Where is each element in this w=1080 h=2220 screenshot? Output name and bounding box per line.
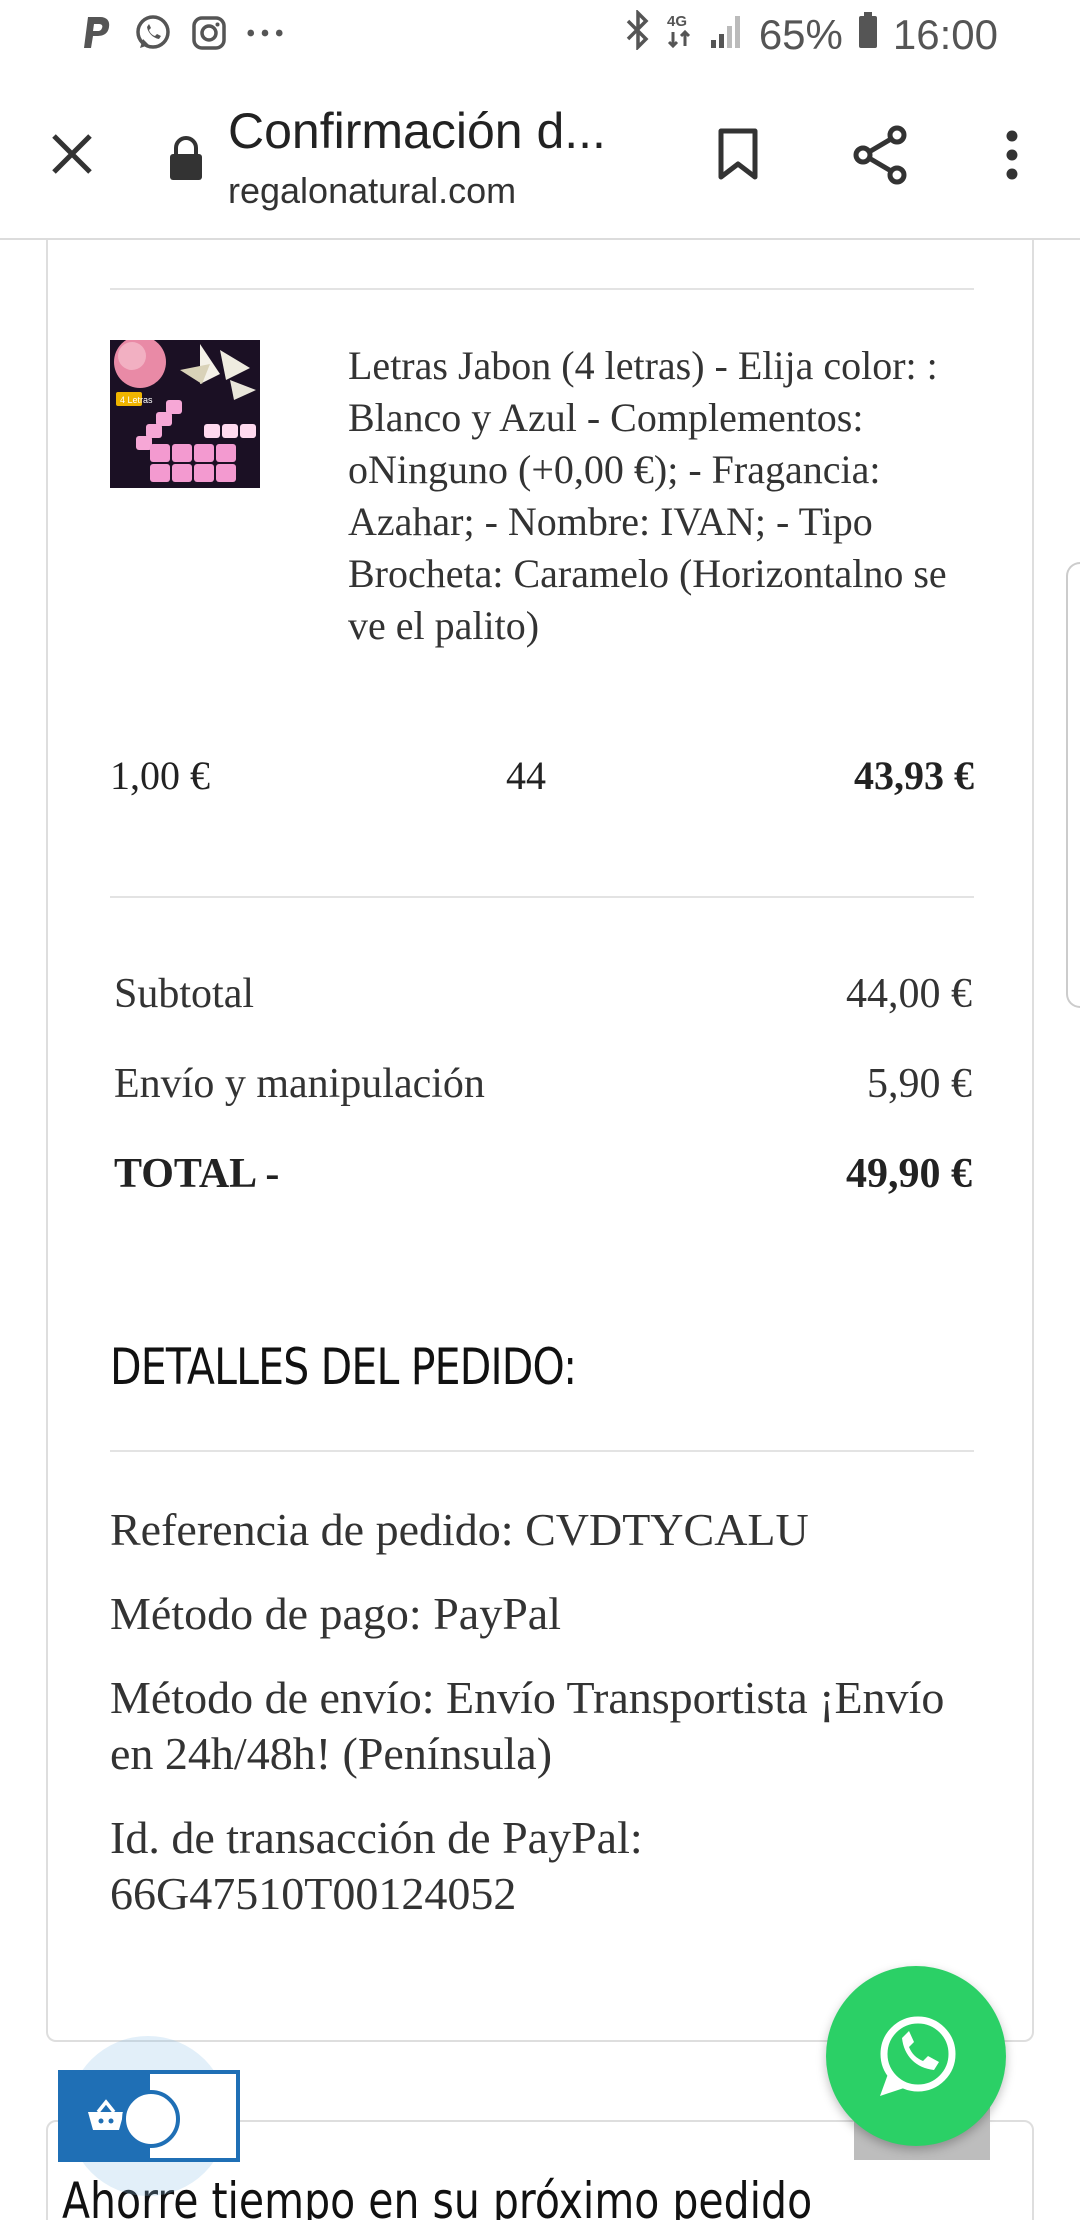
order-details-heading: DETALLES DEL PEDIDO: bbox=[110, 1338, 577, 1396]
cart-toggle-knob[interactable] bbox=[122, 2090, 180, 2148]
divider bbox=[110, 896, 974, 898]
system-status: 4G 65% 16:00 bbox=[625, 8, 998, 60]
clock: 16:00 bbox=[892, 11, 998, 58]
total-label: TOTAL - bbox=[114, 1151, 280, 1197]
thumbnail-label: 4 Letras bbox=[120, 395, 153, 405]
instagram-icon bbox=[190, 14, 228, 52]
product-description: Letras Jabon (4 letras) - Elija color: :… bbox=[348, 343, 947, 648]
line-total: 43,93 € bbox=[854, 753, 974, 798]
total-row: TOTAL - 49,90 € bbox=[114, 1150, 972, 1206]
whatsapp-icon bbox=[880, 2016, 956, 2096]
more-menu-icon[interactable] bbox=[982, 122, 1042, 188]
page-url[interactable]: regalonatural.com bbox=[228, 170, 516, 212]
battery-icon bbox=[857, 10, 879, 60]
paypal-transaction-id: Id. de transacción de PayPal: 66G47510T0… bbox=[110, 1812, 643, 1919]
network-label: 4G bbox=[667, 13, 687, 30]
divider bbox=[110, 1450, 974, 1452]
shipping-value: 5,90 € bbox=[867, 1061, 972, 1107]
divider bbox=[110, 288, 974, 290]
side-scroll-handle[interactable] bbox=[1066, 562, 1080, 1008]
product-image[interactable]: 4 Letras bbox=[110, 340, 260, 488]
paypal-icon bbox=[78, 14, 116, 52]
unit-price: 1,00 € bbox=[110, 753, 210, 798]
payment-method: Método de pago: PayPal bbox=[110, 1588, 561, 1639]
shipping-row: Envío y manipulación 5,90 € bbox=[114, 1060, 972, 1116]
order-card: 4 Letras Letras Jabon (4 letras) - Elija… bbox=[46, 240, 1034, 2042]
notification-icons bbox=[78, 14, 284, 52]
more-dots-icon bbox=[246, 14, 284, 52]
bookmark-icon[interactable] bbox=[706, 122, 770, 186]
subtotal-row: Subtotal 44,00 € bbox=[114, 970, 972, 1026]
share-icon[interactable] bbox=[848, 122, 914, 188]
order-reference: Referencia de pedido: CVDTYCALU bbox=[110, 1504, 809, 1555]
whatsapp-icon bbox=[134, 14, 172, 52]
shipping-method: Método de envío: Envío Transportista ¡En… bbox=[110, 1672, 945, 1779]
lock-icon bbox=[166, 134, 206, 182]
total-value: 49,90 € bbox=[846, 1151, 972, 1197]
product-price-row: 1,00 € 44 43,93 € bbox=[110, 752, 974, 808]
page-title: Confirmación d... bbox=[228, 103, 606, 159]
subtotal-value: 44,00 € bbox=[846, 971, 972, 1017]
battery-percent: 65% bbox=[758, 11, 843, 58]
quantity: 44 bbox=[506, 753, 546, 798]
signal-icon bbox=[709, 10, 745, 60]
data-arrows-icon: 4G bbox=[665, 10, 695, 60]
whatsapp-chat-button[interactable] bbox=[826, 1966, 1006, 2146]
subtotal-label: Subtotal bbox=[114, 971, 255, 1017]
status-bar: 4G 65% 16:00 bbox=[0, 0, 1080, 72]
bluetooth-icon bbox=[625, 8, 651, 60]
close-icon[interactable] bbox=[40, 122, 104, 186]
shipping-label: Envío y manipulación bbox=[114, 1061, 485, 1107]
browser-toolbar: Confirmación d... regalonatural.com bbox=[0, 72, 1080, 240]
